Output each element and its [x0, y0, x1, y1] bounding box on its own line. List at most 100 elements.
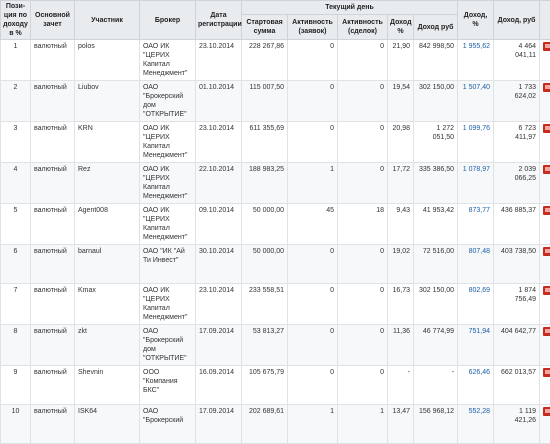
header-broker[interactable]: Брокер — [140, 1, 196, 40]
header-participant[interactable]: Участник — [75, 1, 140, 40]
income-pct-cell-text[interactable]: 751,94 — [469, 328, 490, 335]
account-cell-text: валютный — [34, 248, 67, 255]
portfolio-icon[interactable] — [543, 327, 550, 336]
activity-deals-cell: 0 — [338, 245, 388, 284]
portfolio-icon[interactable] — [543, 407, 550, 416]
day-income-pct-cell: 11,36 — [388, 325, 414, 366]
participant-cell: Rez — [75, 163, 140, 204]
start-sum-cell: 115 007,50 — [242, 81, 288, 122]
activity-orders-cell: 0 — [288, 40, 338, 81]
position-cell: 3 — [1, 122, 31, 163]
start-sum-cell-text: 611 355,69 — [249, 125, 284, 132]
income-rub-cell-text: 1 733 624,02 — [515, 84, 536, 100]
activity-orders-cell: 1 — [288, 405, 338, 444]
portfolio-icon[interactable] — [543, 368, 550, 377]
account-cell-text: валютный — [34, 369, 67, 376]
header-activity-orders[interactable]: Активность (заявок) — [288, 15, 338, 40]
income-pct-cell-text[interactable]: 1 078,97 — [463, 166, 490, 173]
portfolio-icon[interactable] — [543, 124, 550, 133]
income-pct-cell[interactable]: 552,28 — [458, 405, 494, 444]
income-pct-cell-text[interactable]: 802,69 — [469, 287, 490, 294]
actions-cell — [540, 325, 550, 366]
broker-cell: ОАО "Брокерский дом "ОТКРЫТИЕ" — [140, 325, 196, 366]
reg-date-cell-text: 30.10.2014 — [199, 248, 234, 255]
position-cell-text: 4 — [14, 166, 18, 173]
account-cell: валютный — [31, 163, 75, 204]
income-pct-cell[interactable]: 802,69 — [458, 284, 494, 325]
activity-orders-cell-text: 0 — [330, 43, 334, 50]
participant-cell-text: Agent008 — [78, 207, 108, 214]
header-day-income-pct[interactable]: Доход % — [388, 15, 414, 40]
reg-date-cell: 01.10.2014 — [196, 81, 242, 122]
header-activity-deals[interactable]: Активность (сделок) — [338, 15, 388, 40]
table-row: 6валютныйbarnaulОАО "ИК "Ай Ти Инвест"30… — [1, 245, 550, 284]
income-pct-cell-text[interactable]: 1 955,62 — [463, 43, 490, 50]
header-account[interactable]: Основной зачет — [31, 1, 75, 40]
income-pct-cell[interactable]: 751,94 — [458, 325, 494, 366]
income-pct-cell-text[interactable]: 807,48 — [469, 248, 490, 255]
position-cell: 10 — [1, 405, 31, 444]
header-start-sum[interactable]: Стартовая сумма — [242, 15, 288, 40]
position-cell-text: 1 — [14, 43, 18, 50]
income-pct-cell[interactable]: 1 955,62 — [458, 40, 494, 81]
account-cell: валютный — [31, 245, 75, 284]
income-pct-cell-text[interactable]: 626,46 — [469, 369, 490, 376]
income-pct-cell[interactable]: 1 099,76 — [458, 122, 494, 163]
activity-orders-cell: 1 — [288, 163, 338, 204]
income-pct-cell-text[interactable]: 552,28 — [469, 408, 490, 415]
reg-date-cell-text: 09.10.2014 — [199, 207, 234, 214]
day-income-pct-cell-text: - — [408, 369, 410, 376]
portfolio-icon[interactable] — [543, 247, 550, 256]
reg-date-cell-text: 17.09.2014 — [199, 408, 234, 415]
income-pct-cell[interactable]: 1 078,97 — [458, 163, 494, 204]
account-cell: валютный — [31, 204, 75, 245]
day-income-pct-cell-text: 19,54 — [392, 84, 410, 91]
broker-cell: ОАО ИК "ЦЕРИХ Капитал Менеджмент" — [140, 40, 196, 81]
income-pct-cell-text[interactable]: 873,77 — [469, 207, 490, 214]
header-income-rub[interactable]: Доход, руб — [494, 1, 540, 40]
income-pct-cell-text[interactable]: 1 507,40 — [463, 84, 490, 91]
account-cell-text: валютный — [34, 166, 67, 173]
activity-deals-cell: 1 — [338, 405, 388, 444]
portfolio-icon[interactable] — [543, 286, 550, 295]
day-income-rub-cell-text: - — [452, 369, 454, 376]
income-pct-cell[interactable]: 873,77 — [458, 204, 494, 245]
table-row: 5валютныйAgent008ОАО ИК "ЦЕРИХ Капитал М… — [1, 204, 550, 245]
start-sum-cell: 50 000,00 — [242, 204, 288, 245]
portfolio-icon[interactable] — [543, 165, 550, 174]
activity-deals-cell-text: 0 — [380, 84, 384, 91]
activity-deals-cell-text: 18 — [376, 207, 384, 214]
day-income-pct-cell: 20,98 — [388, 122, 414, 163]
broker-cell: ОАО ИК "ЦЕРИХ Капитал Менеджмент" — [140, 204, 196, 245]
participant-cell-text: KRN — [78, 125, 93, 132]
start-sum-cell: 50 000,00 — [242, 245, 288, 284]
header-income-pct[interactable]: Доход, % — [458, 1, 494, 40]
header-day-income-rub[interactable]: Доход руб — [414, 15, 458, 40]
income-pct-cell[interactable]: 626,46 — [458, 366, 494, 405]
day-income-pct-cell: 9,43 — [388, 204, 414, 245]
participant-cell: KRN — [75, 122, 140, 163]
start-sum-cell-text: 50 000,00 — [253, 207, 284, 214]
table-row: 7валютныйKmaxОАО ИК "ЦЕРИХ Капитал Менед… — [1, 284, 550, 325]
activity-deals-cell: 0 — [338, 122, 388, 163]
activity-deals-cell-text: 0 — [380, 287, 384, 294]
participant-cell-text: Kmax — [78, 287, 96, 294]
actions-cell — [540, 405, 550, 444]
position-cell-text: 3 — [14, 125, 18, 132]
portfolio-icon[interactable] — [543, 83, 550, 92]
broker-cell-text: ОАО "ИК "Ай Ти Инвест" — [143, 248, 185, 264]
reg-date-cell-text: 23.10.2014 — [199, 125, 234, 132]
table-row: 10валютныйISK64ОАО "Брокерский17.09.2014… — [1, 405, 550, 444]
income-pct-cell-text[interactable]: 1 099,76 — [463, 125, 490, 132]
activity-deals-cell: 0 — [338, 284, 388, 325]
header-reg-date[interactable]: Дата регистрации — [196, 1, 242, 40]
portfolio-icon[interactable] — [543, 206, 550, 215]
day-income-rub-cell: 41 953,42 — [414, 204, 458, 245]
activity-orders-cell: 0 — [288, 245, 338, 284]
position-cell-text: 6 — [14, 248, 18, 255]
income-pct-cell[interactable]: 807,48 — [458, 245, 494, 284]
income-pct-cell[interactable]: 1 507,40 — [458, 81, 494, 122]
portfolio-icon[interactable] — [543, 42, 550, 51]
header-position[interactable]: Пози-ция по доходу в % — [1, 1, 31, 40]
start-sum-cell-text: 202 689,61 — [249, 408, 284, 415]
